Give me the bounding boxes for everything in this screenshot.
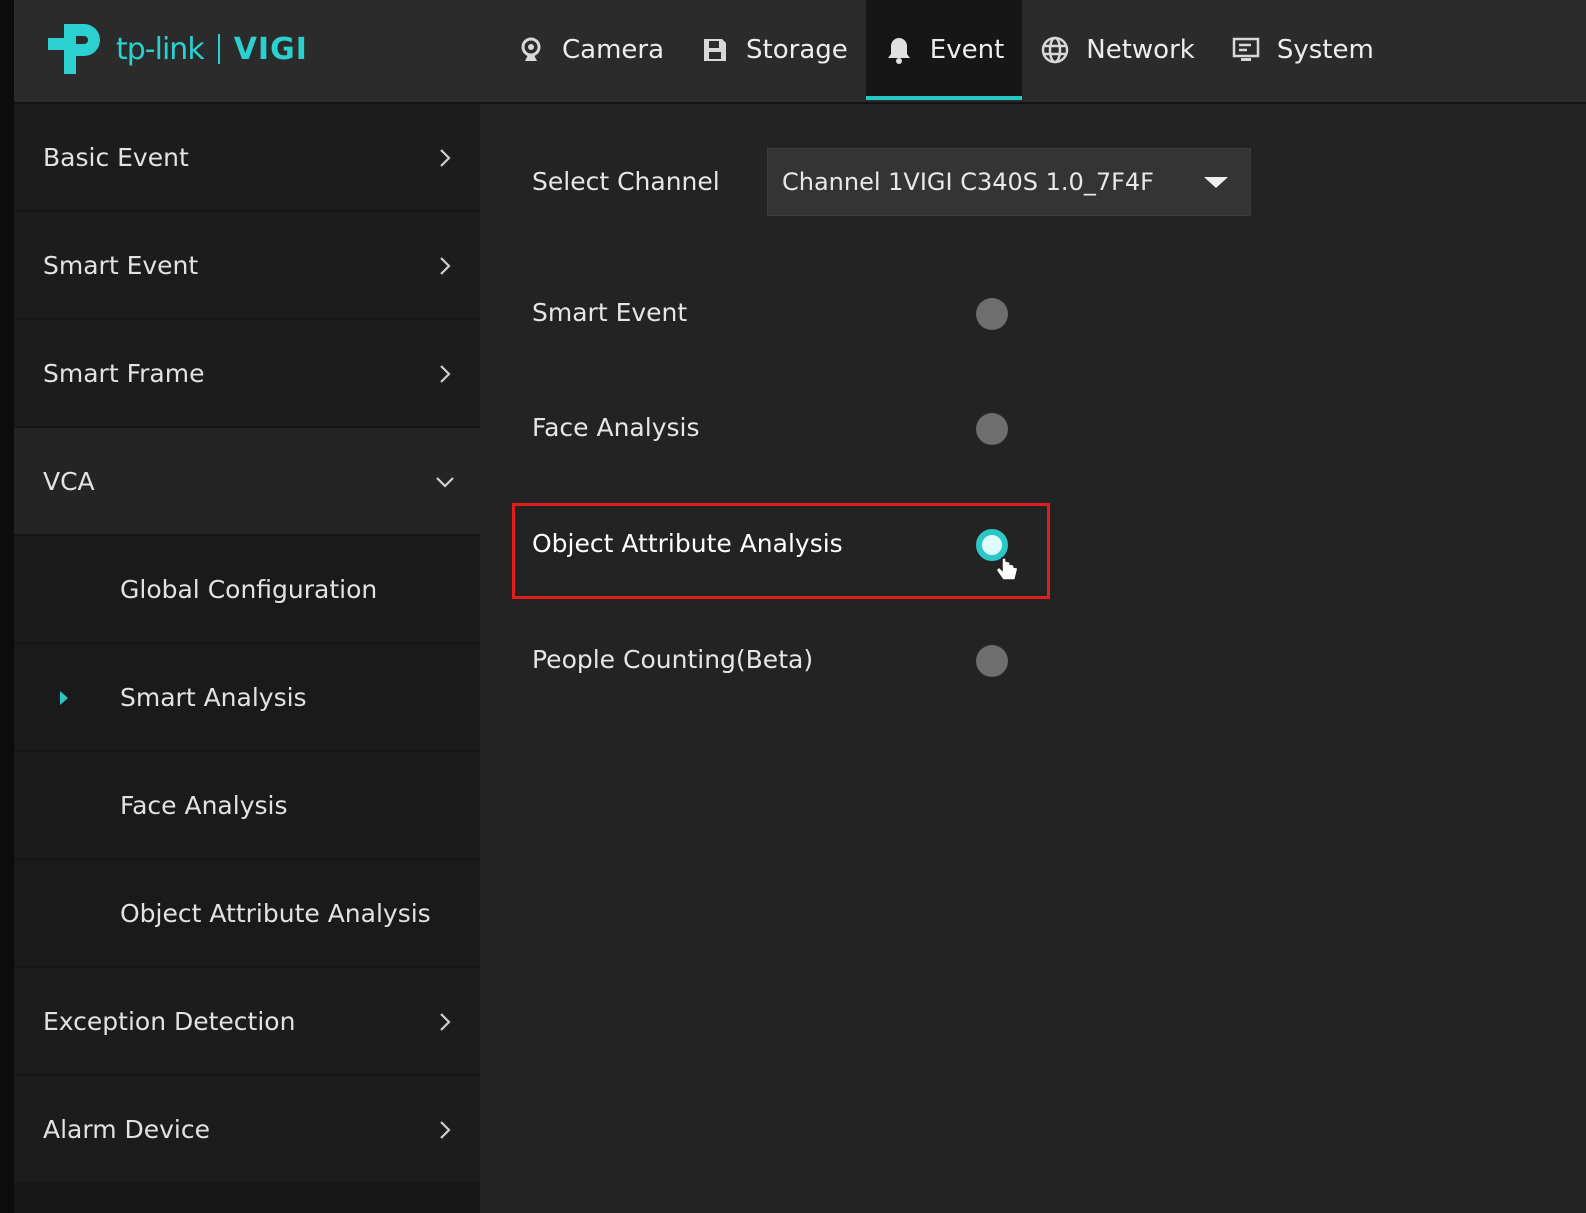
main-nav: Camera Storage Event Network System [498,0,1392,100]
tab-storage-label: Storage [746,35,848,65]
sidebar-item-smart-event[interactable]: Smart Event [14,212,480,320]
tab-system-label: System [1276,35,1374,65]
chevron-right-icon [434,146,456,168]
globe-icon [1040,35,1070,65]
option-label-smart-event: Smart Event [532,298,688,327]
sidebar-item-face-analysis[interactable]: Face Analysis [14,752,480,860]
sidebar-item-smart-analysis[interactable]: Smart Analysis [14,644,480,752]
tab-event[interactable]: Event [865,0,1023,100]
logo-divider [217,34,220,64]
sidebar-item-label: Global Configuration [120,574,378,604]
sidebar-item-exception-detection[interactable]: Exception Detection [14,968,480,1076]
radio-smart-event[interactable] [976,298,1008,330]
monitor-icon [1231,35,1261,65]
chevron-right-icon [434,1010,456,1032]
sidebar-item-basic-event[interactable]: Basic Event [14,104,480,212]
sidebar-item-global-configuration[interactable]: Global Configuration [14,536,480,644]
sidebar-item-alarm-device[interactable]: Alarm Device [14,1076,480,1184]
current-item-marker-icon [60,691,68,705]
channel-select[interactable]: Channel 1VIGI C340S 1.0_7F4F [767,148,1251,216]
option-label-face-analysis: Face Analysis [532,413,700,442]
main-content: Select Channel Channel 1VIGI C340S 1.0_7… [482,104,1586,1213]
tp-link-vigi-logo: tp-link VIGI [44,18,308,80]
sidebar-item-label: Exception Detection [43,1006,296,1036]
option-label-people-counting: People Counting(Beta) [532,645,814,674]
chevron-right-icon [434,362,456,384]
app-window: tp-link VIGI Camera Storage Event Networ… [14,0,1586,1213]
sidebar-item-label: Alarm Device [43,1114,211,1144]
tab-storage[interactable]: Storage [682,0,866,100]
storage-icon [700,35,730,65]
sidebar-item-label: Basic Event [43,142,189,172]
sidebar-item-label: VCA [43,466,95,496]
sidebar: Basic Event Smart Event Smart Frame VCA … [14,104,480,1213]
tab-network-label: Network [1086,35,1195,65]
radio-people-counting[interactable] [976,645,1008,677]
tab-camera[interactable]: Camera [498,0,682,100]
tab-event-label: Event [929,35,1005,65]
sidebar-item-vca[interactable]: VCA [14,428,480,536]
chevron-right-icon [434,254,456,276]
camera-icon [516,35,546,65]
tp-link-logo-mark-icon [48,24,100,74]
sidebar-item-smart-frame[interactable]: Smart Frame [14,320,480,428]
sidebar-item-label: Smart Frame [43,358,205,388]
brand-tp-link: tp-link [116,31,205,67]
brand-vigi: VIGI [233,31,308,67]
radio-face-analysis[interactable] [976,413,1008,445]
sidebar-item-label: Object Attribute Analysis [120,898,431,928]
sidebar-item-object-attribute-analysis[interactable]: Object Attribute Analysis [14,860,480,968]
channel-select-value: Channel 1VIGI C340S 1.0_7F4F [782,168,1154,196]
hand-cursor-icon [995,557,1019,581]
sidebar-item-label: Face Analysis [120,790,288,820]
select-channel-label: Select Channel [532,167,720,196]
tab-system[interactable]: System [1213,0,1392,100]
tab-network[interactable]: Network [1022,0,1213,100]
top-header: tp-link VIGI Camera Storage Event Networ… [14,0,1586,104]
chevron-down-icon [434,470,456,492]
dropdown-caret-icon [1204,176,1228,188]
sidebar-item-label: Smart Event [43,250,199,280]
sidebar-item-label: Smart Analysis [120,682,307,712]
option-label-object-attribute-analysis: Object Attribute Analysis [532,529,843,558]
tab-camera-label: Camera [562,35,665,65]
bell-icon [884,35,914,65]
chevron-right-icon [434,1118,456,1140]
